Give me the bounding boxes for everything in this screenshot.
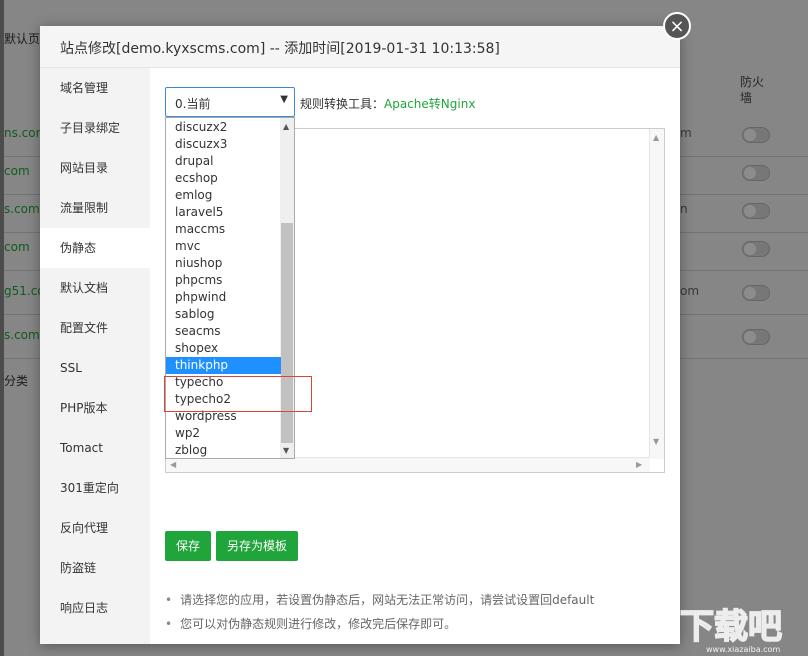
dropdown-option[interactable]: typecho2 — [166, 391, 281, 408]
dropdown-option[interactable]: wordpress — [166, 408, 281, 425]
dropdown-option[interactable]: maccms — [166, 221, 281, 238]
watermark-url: www.xiazaiba.com — [706, 645, 780, 654]
dropdown-scroll-up-icon[interactable]: ▲ — [283, 122, 289, 131]
dropdown-option[interactable]: shopex — [166, 340, 281, 357]
rewrite-template-select[interactable]: 0.当前 ▼ — [165, 87, 295, 117]
dropdown-option[interactable]: zblog — [166, 442, 281, 459]
dropdown-option[interactable]: drupal — [166, 153, 281, 170]
dropdown-option[interactable]: niushop — [166, 255, 281, 272]
dropdown-scroll-down-icon[interactable]: ▼ — [283, 446, 289, 455]
scroll-down-icon[interactable]: ▼ — [653, 437, 659, 446]
dialog-title: 站点修改[demo.kyxscms.com] -- 添加时间[2019-01-3… — [60, 38, 500, 58]
sidebar-item[interactable]: PHP版本 — [40, 388, 150, 428]
sidebar-item[interactable]: 伪静态 — [40, 228, 150, 268]
close-icon[interactable]: × — [663, 12, 691, 40]
rewrite-template-dropdown: ▲ ▼ discuzx2discuzx3drupalecshopemloglar… — [165, 117, 295, 459]
dropdown-option[interactable]: laravel5 — [166, 204, 281, 221]
dropdown-option[interactable]: wp2 — [166, 425, 281, 442]
dropdown-option[interactable]: thinkphp — [166, 357, 281, 374]
dropdown-option[interactable]: ecshop — [166, 170, 281, 187]
sidebar-item[interactable]: SSL — [40, 348, 150, 388]
editor-horizontal-scrollbar[interactable]: ◀ ▶ — [166, 457, 650, 472]
dropdown-option[interactable]: sablog — [166, 306, 281, 323]
sidebar-item[interactable]: 子目录绑定 — [40, 108, 150, 148]
chevron-down-icon: ▼ — [280, 94, 288, 105]
sidebar-item[interactable]: 网站目录 — [40, 148, 150, 188]
sidebar-item[interactable]: 防盗链 — [40, 548, 150, 588]
dropdown-scrollbar[interactable]: ▲ ▼ — [280, 118, 294, 458]
save-button[interactable]: 保存 — [165, 531, 211, 561]
sidebar-item[interactable]: 流量限制 — [40, 188, 150, 228]
save-as-template-button[interactable]: 另存为模板 — [216, 531, 298, 561]
dropdown-option[interactable]: seacms — [166, 323, 281, 340]
apache-to-nginx-link[interactable]: Apache转Nginx — [384, 97, 475, 111]
rule-convert-label: 规则转换工具： — [300, 97, 384, 111]
dropdown-option[interactable]: mvc — [166, 238, 281, 255]
dropdown-option[interactable]: phpcms — [166, 272, 281, 289]
rewrite-panel: 0.当前 ▼ 规则转换工具：Apache转Nginx ▲ ▼ ◀ ▶ ▲ ▼ d… — [150, 68, 680, 644]
sidebar-item[interactable]: 配置文件 — [40, 308, 150, 348]
sidebar-item[interactable]: 反向代理 — [40, 508, 150, 548]
scroll-left-icon[interactable]: ◀ — [170, 460, 176, 469]
watermark-logo: 下载吧 www.xiazaiba.com — [676, 598, 804, 654]
tip-line-1: 请选择您的应用，若设置伪静态后，网站无法正常访问，请尝试设置回default — [165, 591, 594, 608]
editor-vertical-scrollbar[interactable]: ▲ ▼ — [649, 129, 664, 459]
sidebar-item[interactable]: 响应日志 — [40, 588, 150, 628]
dialog-title-bar: 站点修改[demo.kyxscms.com] -- 添加时间[2019-01-3… — [40, 26, 680, 68]
dropdown-option[interactable]: typecho — [166, 374, 281, 391]
scroll-right-icon[interactable]: ▶ — [636, 460, 642, 469]
dropdown-option[interactable]: phpwind — [166, 289, 281, 306]
dropdown-option[interactable]: discuzx2 — [166, 119, 281, 136]
select-value: 0.当前 — [175, 95, 210, 112]
sidebar-item[interactable]: Tomact — [40, 428, 150, 468]
site-edit-dialog: 站点修改[demo.kyxscms.com] -- 添加时间[2019-01-3… — [40, 26, 680, 644]
sidebar-item[interactable]: 301重定向 — [40, 468, 150, 508]
sidebar-item[interactable]: 域名管理 — [40, 68, 150, 108]
watermark-text: 下载吧 — [680, 607, 782, 647]
scroll-up-icon[interactable]: ▲ — [653, 133, 659, 142]
tip-line-2: 您可以对伪静态规则进行修改，修改完后保存即可。 — [165, 615, 456, 632]
dropdown-scroll-thumb[interactable] — [281, 223, 293, 443]
dropdown-option[interactable]: emlog — [166, 187, 281, 204]
rule-convert-tool: 规则转换工具：Apache转Nginx — [300, 95, 475, 112]
sidebar-item[interactable]: 默认文档 — [40, 268, 150, 308]
dropdown-option[interactable]: discuzx3 — [166, 136, 281, 153]
settings-sidebar: 域名管理子目录绑定网站目录流量限制伪静态默认文档配置文件SSLPHP版本Toma… — [40, 68, 150, 644]
